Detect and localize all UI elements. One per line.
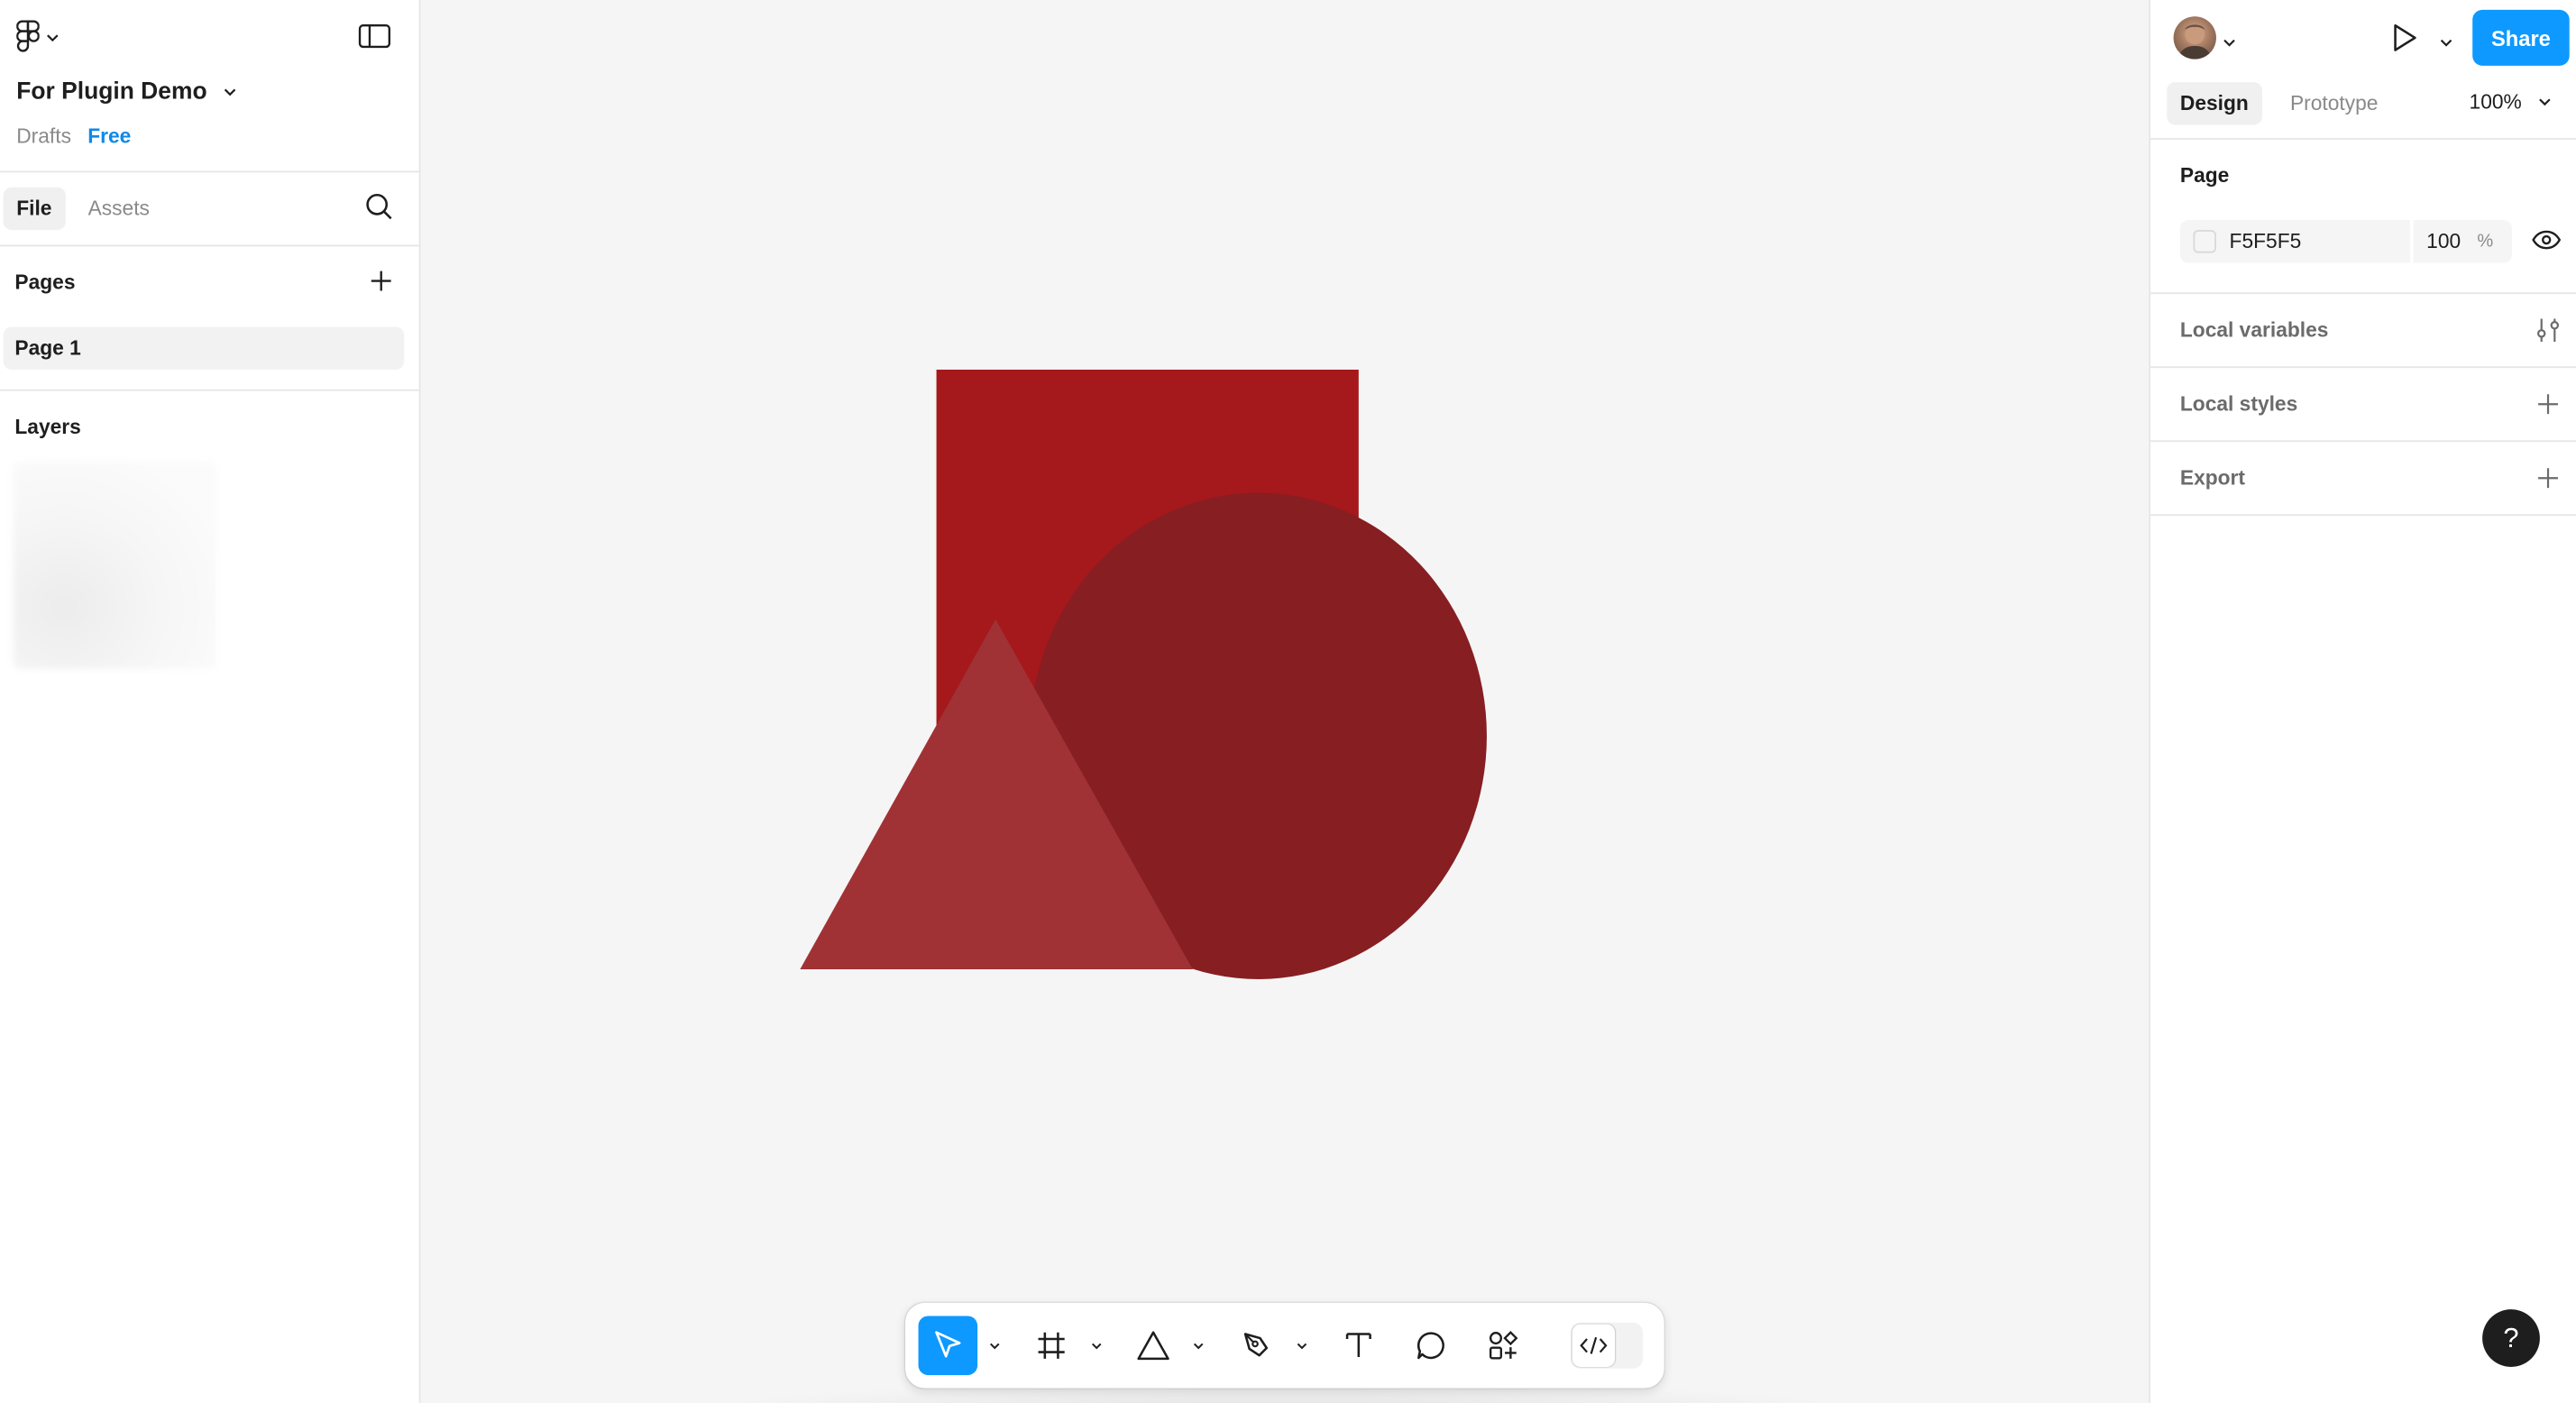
- frame-tool-button[interactable]: [1023, 1316, 1079, 1375]
- page-color-hex: F5F5F5: [2229, 230, 2302, 253]
- chevron-down-icon: [2539, 98, 2551, 106]
- layers-title: Layers: [14, 415, 81, 439]
- divider: [0, 170, 421, 173]
- layers-list-placeholder: [13, 461, 217, 669]
- play-icon: [2394, 23, 2416, 51]
- page-opacity-value: 100: [2426, 230, 2461, 253]
- avatar-menu-caret[interactable]: [2223, 26, 2236, 56]
- add-page-button[interactable]: [368, 268, 394, 302]
- text-tool-button[interactable]: [1331, 1316, 1387, 1375]
- move-tool-button[interactable]: [918, 1316, 978, 1376]
- chevron-down-icon: [47, 33, 59, 41]
- left-sidebar: For Plugin Demo Drafts Free File Assets …: [0, 0, 421, 1403]
- local-variables-button[interactable]: [2535, 316, 2561, 353]
- sidebar-icon: [358, 24, 391, 49]
- pen-tool-button[interactable]: [1229, 1316, 1285, 1375]
- eye-icon: [2532, 230, 2562, 250]
- local-styles-label[interactable]: Local styles: [2180, 392, 2297, 416]
- main-menu-button[interactable]: [16, 20, 59, 54]
- divider: [2150, 366, 2576, 369]
- divider: [2150, 514, 2576, 517]
- page-color-swatch[interactable]: [2193, 230, 2216, 253]
- page-color-field[interactable]: F5F5F5: [2179, 220, 2410, 263]
- bottom-toolbar: [904, 1302, 1664, 1389]
- comment-tool-button[interactable]: [1403, 1316, 1459, 1375]
- percent-symbol: %: [2477, 231, 2494, 252]
- frame-tool-caret[interactable]: [1087, 1325, 1104, 1365]
- plus-icon: [371, 271, 391, 291]
- present-button[interactable]: [2390, 22, 2420, 63]
- actions-icon: [1489, 1331, 1518, 1360]
- dev-mode-knob[interactable]: [1572, 1324, 1616, 1367]
- right-sidebar: Share Design Prototype 100% Page F5F5F5 …: [2149, 0, 2576, 1403]
- user-avatar[interactable]: [2173, 16, 2216, 60]
- divider: [0, 389, 421, 391]
- divider: [0, 244, 421, 247]
- actions-tool-button[interactable]: [1475, 1316, 1531, 1375]
- add-export-button[interactable]: [2535, 465, 2561, 500]
- divider: [2150, 440, 2576, 443]
- share-button[interactable]: Share: [2472, 9, 2570, 66]
- tab-design[interactable]: Design: [2167, 82, 2262, 125]
- chevron-down-icon: [1296, 1342, 1306, 1349]
- plan-badge[interactable]: Free: [81, 124, 138, 150]
- zoom-dropdown[interactable]: 100%: [2470, 90, 2552, 114]
- toggle-visibility-button[interactable]: [2532, 228, 2562, 260]
- search-layers-button[interactable]: [364, 192, 394, 230]
- tab-assets[interactable]: Assets: [75, 188, 163, 230]
- divider: [2150, 292, 2576, 295]
- page-item[interactable]: Page 1: [3, 326, 405, 370]
- toggle-sidebar-button[interactable]: [358, 23, 391, 58]
- present-options-caret[interactable]: [2440, 26, 2453, 56]
- move-tool-caret[interactable]: [985, 1325, 1002, 1365]
- pen-icon: [1243, 1333, 1269, 1357]
- chevron-down-icon: [1091, 1342, 1101, 1349]
- tab-prototype[interactable]: Prototype: [2277, 82, 2391, 124]
- shape-tool-caret[interactable]: [1189, 1325, 1205, 1365]
- page-opacity-field[interactable]: 100 %: [2413, 220, 2512, 263]
- comment-icon: [1416, 1332, 1444, 1360]
- code-icon: [1580, 1336, 1608, 1354]
- chevron-down-icon: [989, 1342, 999, 1349]
- canvas[interactable]: [420, 0, 2150, 1403]
- text-icon: [1345, 1333, 1371, 1358]
- chevron-down-icon: [1193, 1342, 1203, 1349]
- triangle-icon: [1137, 1331, 1169, 1361]
- page-section-title: Page: [2179, 164, 2230, 188]
- search-icon: [366, 194, 392, 220]
- export-label[interactable]: Export: [2180, 466, 2245, 490]
- local-variables-label[interactable]: Local variables: [2180, 318, 2329, 342]
- shape-tool-button[interactable]: [1125, 1316, 1181, 1375]
- drafts-link[interactable]: Drafts: [16, 124, 71, 148]
- figma-logo-icon: [16, 20, 40, 52]
- tab-file[interactable]: File: [3, 187, 66, 231]
- cursor-icon: [935, 1331, 961, 1358]
- plus-icon: [2538, 468, 2558, 489]
- avatar-image: [2178, 24, 2212, 60]
- chevron-down-icon: [2440, 39, 2452, 47]
- divider: [2150, 138, 2576, 140]
- chevron-down-icon: [2223, 39, 2235, 47]
- help-button[interactable]: ?: [2482, 1309, 2540, 1367]
- figma-app: For Plugin Demo Drafts Free File Assets …: [0, 0, 2576, 1403]
- file-meta: Drafts Free: [16, 124, 137, 150]
- canvas-artwork: [800, 369, 1487, 979]
- file-title: For Plugin Demo: [16, 78, 207, 105]
- plus-icon: [2538, 394, 2558, 415]
- frame-icon: [1038, 1332, 1065, 1359]
- sliders-icon: [2536, 318, 2560, 342]
- pen-tool-caret[interactable]: [1293, 1325, 1309, 1365]
- chevron-down-icon: [224, 88, 236, 96]
- zoom-value: 100%: [2469, 90, 2522, 114]
- left-tabs: File Assets: [3, 187, 163, 231]
- pages-title: Pages: [14, 271, 76, 295]
- add-local-style-button[interactable]: [2535, 391, 2561, 426]
- file-title-button[interactable]: For Plugin Demo: [16, 78, 236, 105]
